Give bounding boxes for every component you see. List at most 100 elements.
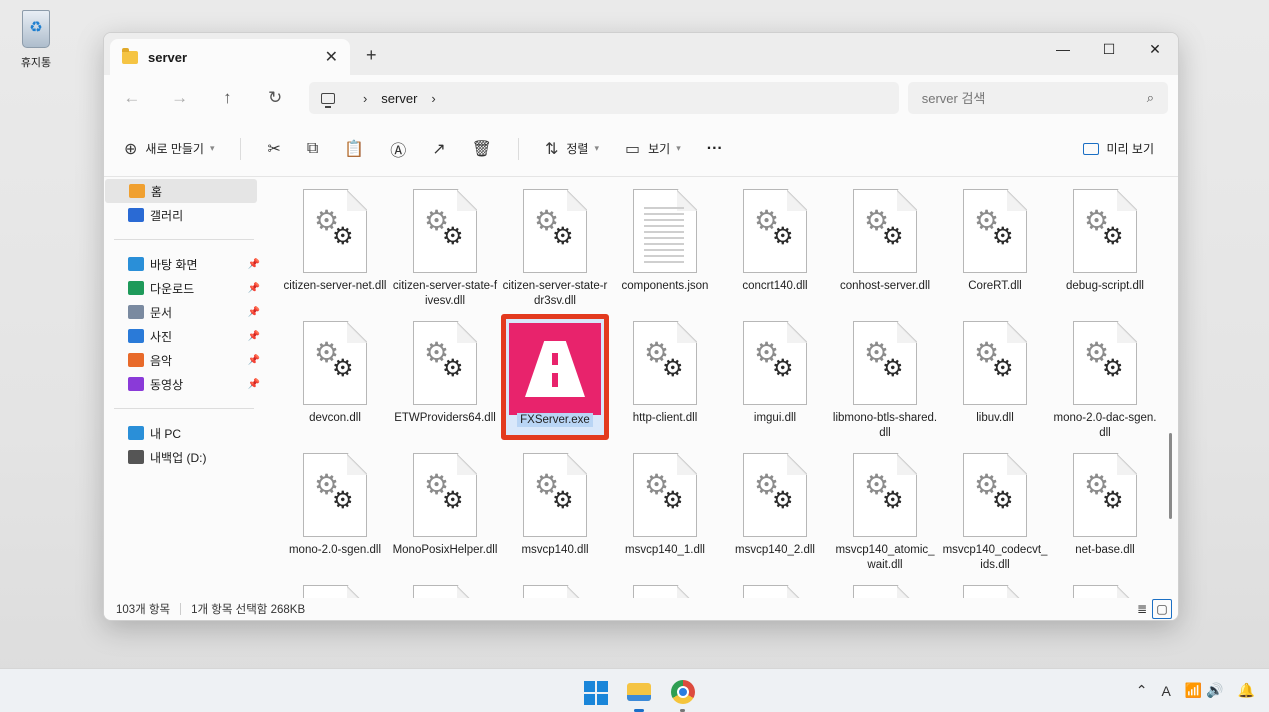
file-item[interactable]: ⚙⚙	[500, 579, 610, 598]
sidebar-item-label: 동영상	[150, 377, 184, 392]
copy-icon[interactable]: ⧉	[307, 140, 318, 158]
file-item[interactable]: ⚙ ⚙ mono-2.0-sgen.dll	[280, 447, 390, 579]
pin-icon[interactable]: 📌	[248, 259, 260, 270]
gear-icon: ⚙	[552, 223, 574, 250]
gear-icon: ⚙	[552, 487, 574, 514]
paste-icon[interactable]: 📋	[344, 139, 364, 159]
back-button[interactable]: ←	[114, 82, 150, 114]
file-item[interactable]: ⚙ ⚙ CoreRT.dll	[940, 183, 1050, 315]
sidebar-item[interactable]: 문서 📌	[104, 300, 262, 324]
file-item[interactable]: ⚙ ⚙ msvcp140.dll	[500, 447, 610, 579]
sidebar-item[interactable]: 내 PC	[104, 421, 262, 445]
file-item[interactable]: ⚙⚙	[610, 579, 720, 598]
sidebar-item[interactable]: 바탕 화면 📌	[104, 252, 262, 276]
details-view-icon[interactable]: ≣	[1132, 599, 1152, 619]
sort-button[interactable]: ⇅ 정렬 ▾	[545, 139, 599, 159]
selection-info: 1개 항목 선택함 268KB	[191, 604, 306, 616]
file-item[interactable]: ⚙ ⚙ conhost-server.dll	[830, 183, 940, 315]
close-tab-icon[interactable]: ✕	[325, 47, 338, 67]
pin-icon[interactable]: 📌	[248, 355, 260, 366]
gear-icon: ⚙	[662, 355, 684, 382]
breadcrumb-server[interactable]: server	[381, 91, 417, 106]
sidebar-item-label: 바탕 화면	[150, 257, 198, 272]
recycle-bin[interactable]: ♻ 휴지통	[6, 6, 66, 70]
file-item[interactable]: ⚙⚙	[940, 579, 1050, 598]
search-input[interactable]	[921, 90, 1122, 106]
refresh-button[interactable]: ↻	[257, 82, 293, 114]
show-hidden-icons-icon[interactable]: ⌃	[1136, 682, 1148, 699]
maximize-button[interactable]: ☐	[1086, 33, 1132, 65]
file-item[interactable]: ⚙ ⚙ libmono-btls-shared.dll	[830, 315, 940, 447]
forward-button[interactable]: →	[162, 82, 198, 114]
file-item[interactable]: ⚙⚙	[720, 579, 830, 598]
file-item[interactable]: ⚙ ⚙ devcon.dll	[280, 315, 390, 447]
sidebar-item[interactable]: 다운로드 📌	[104, 276, 262, 300]
pin-icon[interactable]: 📌	[248, 307, 260, 318]
search-box[interactable]: ⌕	[907, 82, 1168, 114]
pin-icon[interactable]: 📌	[248, 331, 260, 342]
rename-icon[interactable]: Ⓐ	[390, 137, 406, 161]
sidebar-item-label: 다운로드	[150, 281, 195, 296]
vertical-scrollbar[interactable]	[1169, 433, 1172, 519]
file-item[interactable]: ⚙ ⚙ citizen-server-state-rdr3sv.dll	[500, 183, 610, 315]
network-volume-icon[interactable]: 📶 🔊	[1185, 682, 1224, 699]
tab-server[interactable]: server ✕	[110, 39, 350, 75]
preview-pane-button[interactable]: 미리 보기	[1082, 140, 1154, 157]
file-name: net-base.dll	[1075, 544, 1135, 556]
file-item[interactable]: ⚙⚙	[390, 579, 500, 598]
pin-icon[interactable]: 📌	[248, 283, 260, 294]
file-item[interactable]: ⚙⚙	[280, 579, 390, 598]
share-icon[interactable]: ↗	[432, 139, 445, 159]
sidebar-item[interactable]: 갤러리	[104, 203, 262, 227]
file-item[interactable]: ⚙ ⚙ ETWProviders64.dll	[390, 315, 500, 447]
file-item[interactable]: components.json	[610, 183, 720, 315]
sidebar-item[interactable]: 음악 📌	[104, 348, 262, 372]
file-item[interactable]: ⚙ ⚙ debug-script.dll	[1050, 183, 1160, 315]
pin-icon[interactable]: 📌	[248, 379, 260, 390]
file-item[interactable]: ⚙ ⚙ msvcp140_codecvt_ids.dll	[940, 447, 1050, 579]
sidebar-item[interactable]: 사진 📌	[104, 324, 262, 348]
file-item[interactable]: ⚙ ⚙ concrt140.dll	[720, 183, 830, 315]
minimize-button[interactable]: —	[1040, 33, 1086, 65]
close-button[interactable]: ✕	[1132, 33, 1178, 65]
item-count: 103개 항목	[116, 604, 171, 616]
chevron-right-icon[interactable]: ›	[363, 91, 367, 106]
chevron-right-icon[interactable]: ›	[431, 91, 435, 106]
more-options-button[interactable]: ···	[707, 140, 723, 158]
file-name: citizen-server-state-fivesv.dll	[392, 280, 498, 307]
home-icon	[129, 184, 145, 198]
up-button[interactable]: ↑	[209, 82, 245, 114]
address-bar[interactable]: › server ›	[308, 82, 899, 114]
file-item[interactable]: ⚙ ⚙ citizen-server-net.dll	[280, 183, 390, 315]
start-button[interactable]	[580, 677, 610, 707]
file-item[interactable]: ⚙ ⚙ imgui.dll	[720, 315, 830, 447]
file-item[interactable]: ⚙ ⚙ msvcp140_atomic_wait.dll	[830, 447, 940, 579]
file-item[interactable]: ⚙ ⚙ mono-2.0-dac-sgen.dll	[1050, 315, 1160, 447]
large-icons-view-icon[interactable]: ▢	[1152, 599, 1172, 619]
file-item[interactable]: ⚙ ⚙ msvcp140_2.dll	[720, 447, 830, 579]
taskbar-chrome[interactable]	[668, 677, 698, 712]
sidebar-item[interactable]: 홈	[105, 179, 257, 203]
new-button[interactable]: ⊕ 새로 만들기 ▾	[124, 139, 214, 159]
file-item[interactable]: ⚙ ⚙ libuv.dll	[940, 315, 1050, 447]
new-tab-button[interactable]: +	[366, 45, 377, 66]
file-item[interactable]: ⚙ ⚙ http-client.dll	[610, 315, 720, 447]
sidebar-item[interactable]: 내백업 (D:)	[104, 445, 262, 469]
file-item[interactable]: ⚙⚙	[830, 579, 940, 598]
notification-bell-icon[interactable]: 🔔	[1238, 682, 1255, 699]
navigation-bar: ← → ↑ ↻ › server › ⌕	[104, 75, 1178, 121]
file-item[interactable]: ⚙ ⚙ net-base.dll	[1050, 447, 1160, 579]
gear-icon: ⚙	[772, 223, 794, 250]
sidebar-item[interactable]: 동영상 📌	[104, 372, 262, 396]
file-item-selected[interactable]: FXServer.exe	[500, 314, 610, 447]
file-item[interactable]: ⚙ ⚙ msvcp140_1.dll	[610, 447, 720, 579]
view-button[interactable]: ▭ 보기 ▾	[625, 139, 681, 159]
cut-icon[interactable]: ✂	[267, 139, 280, 159]
pictures-icon	[128, 329, 144, 343]
input-method-icon[interactable]: A	[1161, 683, 1170, 699]
file-item[interactable]: ⚙⚙	[1050, 579, 1160, 598]
delete-icon[interactable]: 🗑	[472, 139, 492, 159]
file-item[interactable]: ⚙ ⚙ citizen-server-state-fivesv.dll	[390, 183, 500, 315]
file-item[interactable]: ⚙ ⚙ MonoPosixHelper.dll	[390, 447, 500, 579]
taskbar-file-explorer[interactable]	[624, 677, 654, 712]
